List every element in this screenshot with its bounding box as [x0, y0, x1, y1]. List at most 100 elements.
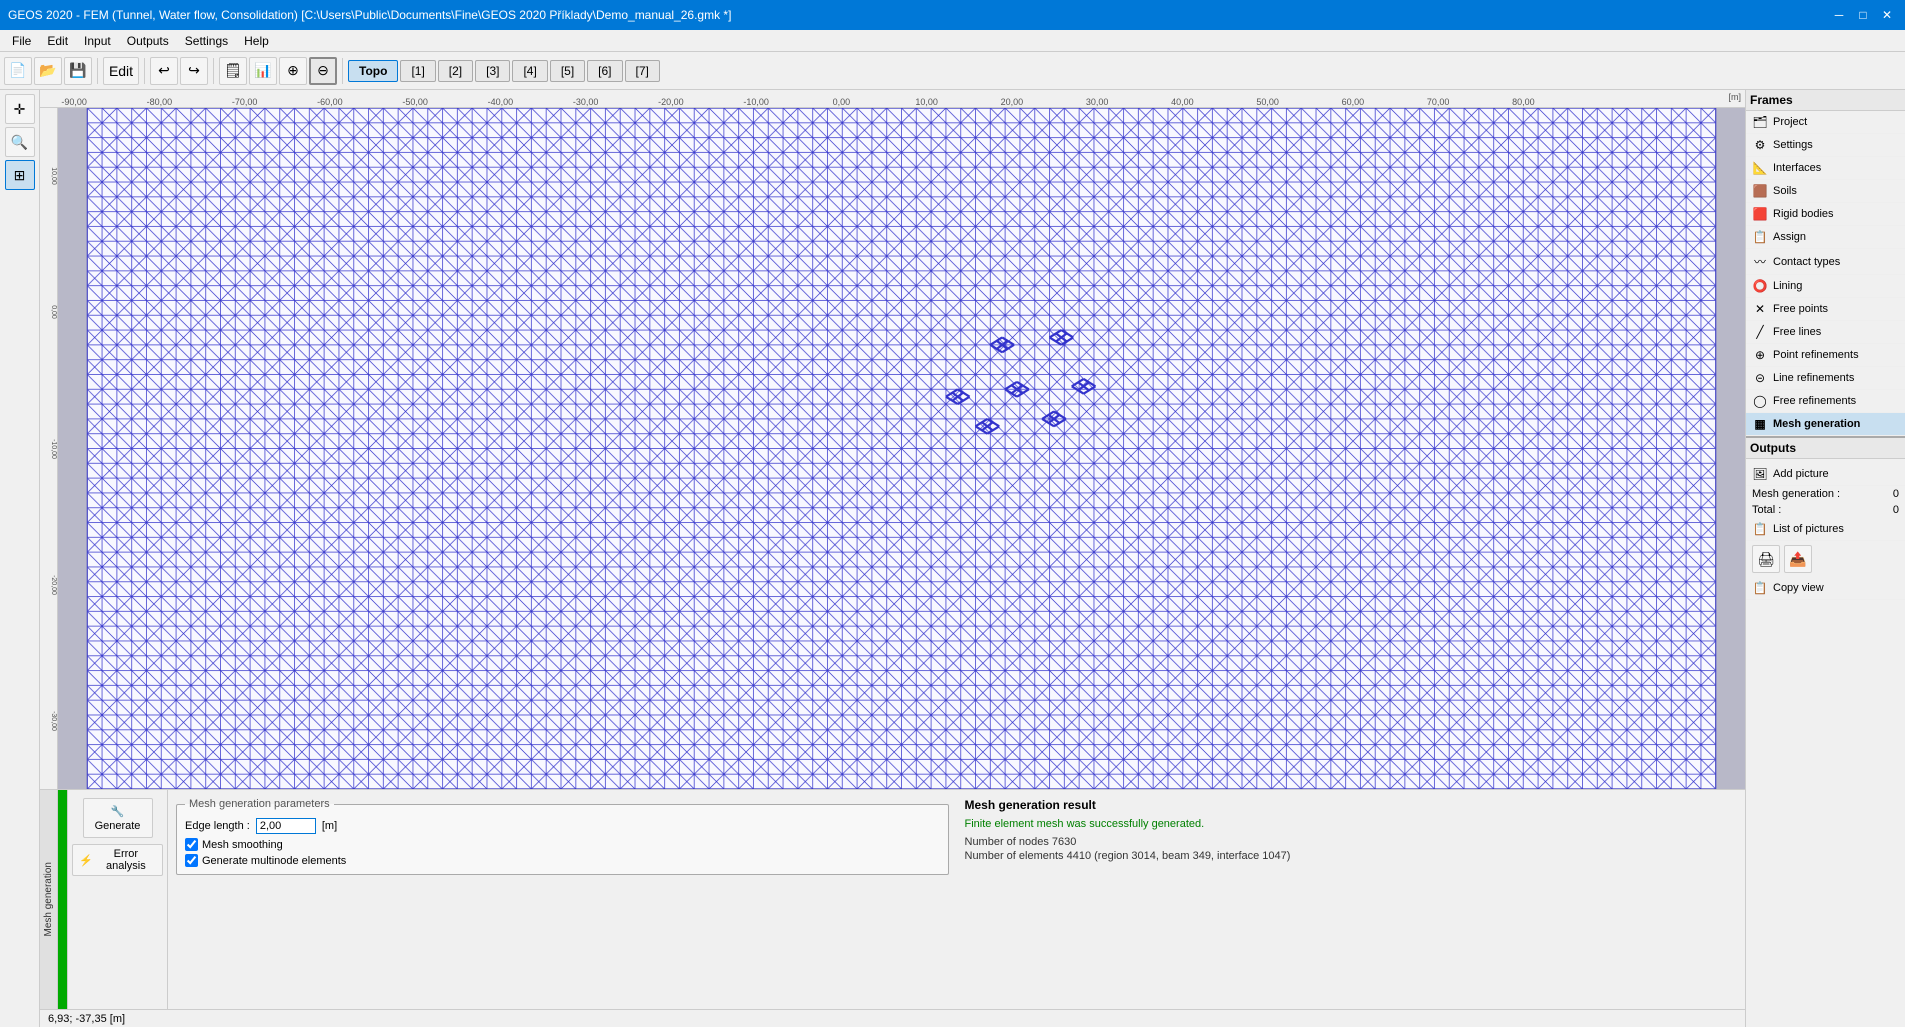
edit-button[interactable]: Edit	[103, 57, 139, 85]
window-controls: ─ □ ✕	[1829, 5, 1897, 25]
right-item-interfaces[interactable]: 📐 Interfaces	[1746, 157, 1905, 180]
open-button[interactable]: 📂	[34, 57, 62, 85]
ruler-mark-h-14: 50,00	[1256, 97, 1279, 107]
error-label: Error analysis	[96, 848, 156, 872]
right-item-lining[interactable]: ⭕ Lining	[1746, 275, 1905, 298]
list-of-pictures-label: List of pictures	[1773, 523, 1844, 535]
line-refinements-label: Line refinements	[1773, 372, 1854, 384]
add-picture-item[interactable]: 🖼 Add picture	[1746, 463, 1905, 486]
ruler-mark-h-7: -20,00	[658, 97, 684, 107]
edge-length-input[interactable]	[256, 818, 316, 834]
tab-7[interactable]: [7]	[625, 60, 660, 82]
minimize-button[interactable]: ─	[1829, 5, 1849, 25]
multinode-checkbox[interactable]	[185, 854, 198, 867]
tab-2[interactable]: [2]	[438, 60, 473, 82]
tab-topo[interactable]: Topo	[348, 60, 398, 82]
ruler-mark-v-1: 0,00	[40, 305, 57, 319]
mesh-gen-vertical-label: Mesh generation	[40, 790, 58, 1009]
status-bar: 6,93; -37,35 [m]	[40, 1009, 1745, 1027]
ruler-unit: [m]	[1729, 92, 1742, 102]
list-of-pictures-item[interactable]: 📋 List of pictures	[1746, 518, 1905, 541]
mesh-smoothing-checkbox[interactable]	[185, 838, 198, 851]
menu-bar: FileEditInputOutputsSettingsHelp	[0, 30, 1905, 52]
menu-item-settings[interactable]: Settings	[177, 32, 236, 50]
bottom-panel: Mesh generation 🔧 Generate ⚡ Error analy…	[40, 789, 1745, 1009]
ruler-mark-h-8: -10,00	[743, 97, 769, 107]
right-item-line-refinements[interactable]: ⊝ Line refinements	[1746, 367, 1905, 390]
tab-3[interactable]: [3]	[475, 60, 510, 82]
stage2-button[interactable]: ⊖	[309, 57, 337, 85]
soils-icon: 🟫	[1752, 184, 1768, 198]
tab-5[interactable]: [5]	[550, 60, 585, 82]
right-item-project[interactable]: 🗂 Project	[1746, 111, 1905, 134]
template2-button[interactable]: 📊	[249, 57, 277, 85]
new-button[interactable]: 📄	[4, 57, 32, 85]
generate-button[interactable]: 🔧 Generate	[83, 798, 153, 838]
canvas[interactable]	[58, 108, 1745, 789]
ruler-mark-h-10: 10,00	[915, 97, 938, 107]
mesh-generation-count-row: Mesh generation : 0	[1746, 486, 1905, 502]
free-lines-label: Free lines	[1773, 326, 1821, 338]
mesh-generation-icon: ▦	[1752, 417, 1768, 431]
result-success-msg: Finite element mesh was successfully gen…	[965, 818, 1738, 830]
ruler-mark-v-3: -20,00	[40, 575, 57, 595]
error-analysis-button[interactable]: ⚡ Error analysis	[72, 844, 163, 876]
export-button[interactable]: 📤	[1784, 545, 1812, 573]
zoom-button[interactable]: 🔍	[5, 127, 35, 157]
frames-title: Frames	[1746, 90, 1905, 111]
right-item-soils[interactable]: 🟫 Soils	[1746, 180, 1905, 203]
undo-button[interactable]: ↩	[150, 57, 178, 85]
soils-label: Soils	[1773, 185, 1797, 197]
right-item-free-points[interactable]: ✕ Free points	[1746, 298, 1905, 321]
pan-button[interactable]: ✛	[5, 94, 35, 124]
template-button[interactable]: 🗒	[219, 57, 247, 85]
copy-view-item[interactable]: 📋 Copy view	[1746, 577, 1905, 600]
bottom-buttons: 🔧 Generate ⚡ Error analysis	[68, 790, 168, 1009]
toolbar-sep-2	[144, 58, 145, 84]
menu-item-outputs[interactable]: Outputs	[119, 32, 177, 50]
ruler-mark-h-12: 30,00	[1086, 97, 1109, 107]
tab-6[interactable]: [6]	[587, 60, 622, 82]
tab-1[interactable]: [1]	[400, 60, 435, 82]
interfaces-icon: 📐	[1752, 161, 1768, 175]
right-item-contact-types[interactable]: 〰 Contact types	[1746, 249, 1905, 275]
select-button[interactable]: ⊞	[5, 160, 35, 190]
right-item-free-lines[interactable]: ╱ Free lines	[1746, 321, 1905, 344]
settings-icon: ⚙	[1752, 138, 1768, 152]
save-button[interactable]: 💾	[64, 57, 92, 85]
close-button[interactable]: ✕	[1877, 5, 1897, 25]
right-item-assign[interactable]: 📋 Assign	[1746, 226, 1905, 249]
menu-item-help[interactable]: Help	[236, 32, 277, 50]
mesh-params-panel: Mesh generation parameters Edge length :…	[168, 790, 957, 1009]
right-item-free-refinements[interactable]: ◯ Free refinements	[1746, 390, 1905, 413]
menu-item-file[interactable]: File	[4, 32, 39, 50]
stage-button[interactable]: ⊕	[279, 57, 307, 85]
ruler-mark-v-4: -30,00	[40, 711, 57, 731]
result-nodes: Number of nodes 7630	[965, 836, 1738, 848]
outputs-title: Outputs	[1746, 438, 1905, 459]
total-count-row: Total : 0	[1746, 502, 1905, 518]
mesh-params-group: Mesh generation parameters Edge length :…	[176, 798, 949, 875]
redo-button[interactable]: ↪	[180, 57, 208, 85]
result-title: Mesh generation result	[965, 798, 1738, 812]
assign-icon: 📋	[1752, 230, 1768, 244]
print-button[interactable]: 🖨	[1752, 545, 1780, 573]
tab-4[interactable]: [4]	[512, 60, 547, 82]
interfaces-label: Interfaces	[1773, 162, 1821, 174]
canvas-container[interactable]: 10,000,00-10,00-20,00-30,00	[40, 108, 1745, 789]
menu-item-input[interactable]: Input	[76, 32, 119, 50]
ruler-mark-h-2: -70,00	[232, 97, 258, 107]
right-item-mesh-generation[interactable]: ▦ Mesh generation	[1746, 413, 1905, 436]
ruler-mark-h-4: -50,00	[402, 97, 428, 107]
total-label: Total :	[1752, 504, 1781, 516]
menu-item-edit[interactable]: Edit	[39, 32, 76, 50]
right-item-settings[interactable]: ⚙ Settings	[1746, 134, 1905, 157]
list-pictures-icon: 📋	[1752, 522, 1768, 536]
ruler-mark-h-3: -60,00	[317, 97, 343, 107]
contact-types-icon: 〰	[1752, 253, 1768, 270]
edge-length-unit: [m]	[322, 820, 337, 832]
right-item-rigid-bodies[interactable]: 🟥 Rigid bodies	[1746, 203, 1905, 226]
multinode-row: Generate multinode elements	[185, 854, 940, 867]
maximize-button[interactable]: □	[1853, 5, 1873, 25]
right-item-point-refinements[interactable]: ⊕ Point refinements	[1746, 344, 1905, 367]
